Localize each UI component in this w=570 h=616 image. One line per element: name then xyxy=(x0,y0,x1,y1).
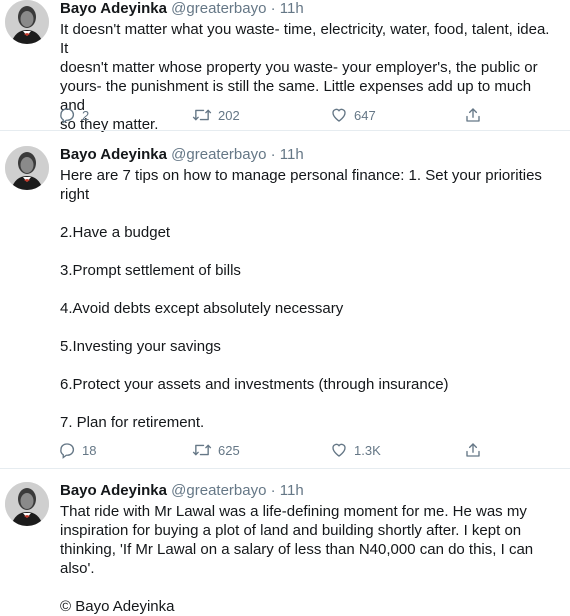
tweet-actions: 18 625 1.3K xyxy=(58,441,498,461)
tweet-line: 2.Have a budget xyxy=(60,224,171,241)
avatar[interactable] xyxy=(5,146,49,190)
heart-icon xyxy=(332,108,346,122)
retweet-count: 625 xyxy=(218,442,240,458)
separator-dot: · xyxy=(270,146,276,163)
retweet-count: 202 xyxy=(218,107,240,123)
tweet-line: That ride with Mr Lawal was a life-defin… xyxy=(60,503,527,520)
author-handle[interactable]: @greaterbayo xyxy=(171,146,266,163)
tweet-line: inspiration for buying a plot of land an… xyxy=(60,522,522,539)
tweet-line: It doesn't matter what you waste- time, … xyxy=(60,21,550,57)
like-count: 647 xyxy=(354,107,376,123)
tweet-line: 7. Plan for retirement. xyxy=(60,414,205,431)
timestamp[interactable]: 11h xyxy=(280,482,304,499)
reply-icon xyxy=(60,443,75,459)
tweet-text: That ride with Mr Lawal was a life-defin… xyxy=(60,502,560,616)
share-icon xyxy=(466,108,480,122)
share-button[interactable] xyxy=(464,441,482,459)
tweet-line: thinking, 'If Mr Lawal on a salary of le… xyxy=(60,541,534,577)
separator-dot: · xyxy=(270,0,276,17)
tweet-text: Here are 7 tips on how to manage persona… xyxy=(60,166,560,432)
avatar[interactable] xyxy=(5,0,49,44)
author-name[interactable]: Bayo Adeyinka xyxy=(60,482,167,499)
tweet-2[interactable]: Bayo Adeyinka @greaterbayo · 11h Here ar… xyxy=(0,143,570,468)
tweet-line: right xyxy=(60,186,90,203)
tweet-actions: 2 202 647 xyxy=(58,106,498,126)
tweet-line: 6.Protect your assets and investments (t… xyxy=(60,376,449,393)
separator-dot: · xyxy=(270,482,276,499)
tweet-line: 4.Avoid debts except absolutely necessar… xyxy=(60,300,344,317)
tweet-1[interactable]: Bayo Adeyinka @greaterbayo · 11h It does… xyxy=(0,0,570,133)
reply-count: 18 xyxy=(82,442,97,458)
timestamp[interactable]: 11h xyxy=(280,0,304,17)
author-name[interactable]: Bayo Adeyinka xyxy=(60,0,167,17)
heart-icon xyxy=(332,443,346,457)
tweet-line: 5.Investing your savings xyxy=(60,338,221,355)
avatar[interactable] xyxy=(5,482,49,526)
author-handle[interactable]: @greaterbayo xyxy=(171,482,266,499)
reply-button[interactable]: 2 xyxy=(58,106,89,124)
timestamp[interactable]: 11h xyxy=(280,146,304,163)
author-name[interactable]: Bayo Adeyinka xyxy=(60,146,167,163)
retweet-icon xyxy=(192,109,212,121)
retweet-icon xyxy=(192,444,212,456)
share-button[interactable] xyxy=(464,106,482,124)
tweet-3[interactable]: Bayo Adeyinka @greaterbayo · 11h That ri… xyxy=(0,480,570,615)
share-icon xyxy=(466,443,480,457)
reply-button[interactable]: 18 xyxy=(58,441,96,459)
retweet-button[interactable]: 625 xyxy=(192,441,240,459)
tweet-line: © Bayo Adeyinka xyxy=(60,598,175,615)
author-handle[interactable]: @greaterbayo xyxy=(171,0,266,17)
tweet-line: Here are 7 tips on how to manage persona… xyxy=(60,167,542,184)
divider xyxy=(0,468,570,469)
like-count: 1.3K xyxy=(354,442,381,458)
like-button[interactable]: 647 xyxy=(330,106,376,124)
divider xyxy=(0,130,570,131)
tweet-line: doesn't matter whose property you waste-… xyxy=(60,59,538,76)
tweet-line: 3.Prompt settlement of bills xyxy=(60,262,241,279)
like-button[interactable]: 1.3K xyxy=(330,441,381,459)
reply-icon xyxy=(60,108,75,124)
reply-count: 2 xyxy=(82,107,90,123)
retweet-button[interactable]: 202 xyxy=(192,106,240,124)
